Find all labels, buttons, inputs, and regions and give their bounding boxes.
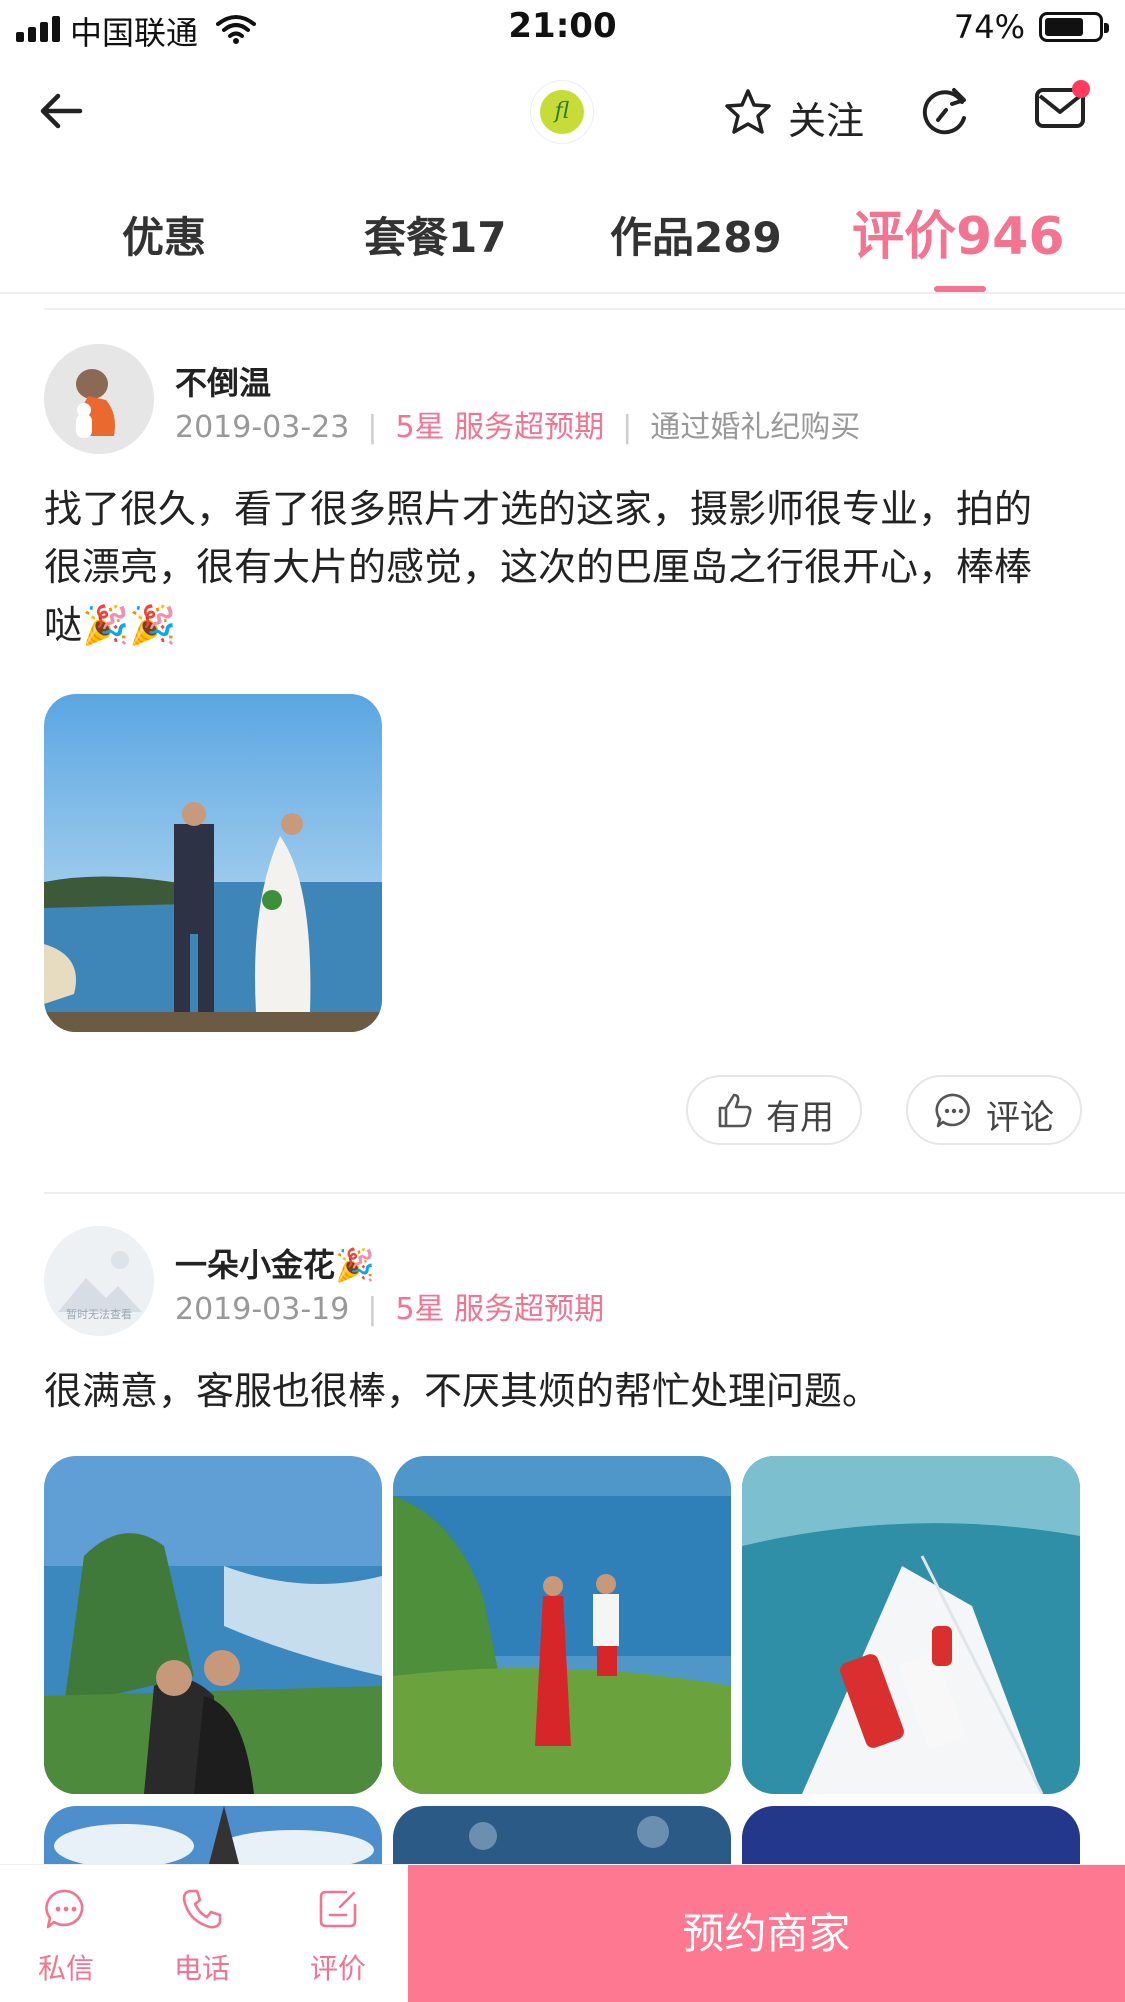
refresh-icon[interactable] <box>920 84 972 138</box>
useful-button[interactable]: 有用 <box>686 1075 862 1145</box>
review-photo[interactable] <box>393 1456 731 1794</box>
review-tab-label: 评价 <box>309 1952 366 1985</box>
tab-works[interactable]: 作品289 <box>610 204 782 265</box>
notification-dot <box>1072 80 1090 98</box>
tab-reviews[interactable]: 评价946 <box>852 194 1065 269</box>
wedding-photo-cliff <box>44 694 382 1032</box>
review-date: 2019-03-23 <box>175 410 350 445</box>
phone-tab-label: 电话 <box>173 1952 230 1985</box>
comment-label: 评论 <box>986 1098 1054 1138</box>
review-username[interactable]: 不倒温 <box>175 358 271 404</box>
photo-coast-couple <box>44 1456 382 1794</box>
message-button[interactable] <box>1034 80 1090 134</box>
message-tab[interactable]: 私信 <box>6 1865 126 2002</box>
divider <box>44 308 1125 310</box>
review-photo[interactable] <box>44 694 382 1032</box>
status-bar: 中国联通 21:00 74% <box>0 0 1125 56</box>
review-photo[interactable] <box>44 1806 382 1864</box>
thumbs-up-icon <box>718 1093 752 1128</box>
avatar-placeholder[interactable]: 暂时无法查看 <box>44 1226 154 1336</box>
review-tab[interactable]: 评价 <box>278 1865 398 2002</box>
review-date: 2019-03-19 <box>175 1292 350 1327</box>
tab-discount[interactable]: 优惠 <box>122 204 206 265</box>
message-tab-label: 私信 <box>37 1952 94 1985</box>
phone-icon <box>182 1889 222 1929</box>
review-rating: 5星 服务超预期 <box>395 410 605 445</box>
bottom-action-bar: 私信 电话 评价 预约商家 <box>0 1864 1125 2002</box>
review-text: 很满意，客服也很棒，不厌其烦的帮忙处理问题。 <box>44 1369 881 1413</box>
divider <box>44 1192 1125 1194</box>
review-meta: 2019-03-23 | 5星 服务超预期 | 通过婚礼纪购买 <box>175 410 861 445</box>
book-merchant-button[interactable]: 预约商家 <box>408 1865 1125 2002</box>
nav-bar: fl 关注 <box>0 56 1125 172</box>
review-username[interactable]: 一朵小金花🎉 <box>175 1240 375 1286</box>
phone-tab[interactable]: 电话 <box>142 1865 262 2002</box>
comment-button[interactable]: 评论 <box>906 1075 1082 1145</box>
review-photo[interactable] <box>393 1806 731 1864</box>
review-source: 通过婚礼纪购买 <box>650 410 861 445</box>
star-icon <box>725 89 771 134</box>
girl-illustration-icon <box>44 344 154 454</box>
battery-percent: 74% <box>953 8 1025 46</box>
battery-icon <box>1039 12 1109 42</box>
tab-packages[interactable]: 套餐17 <box>364 204 506 265</box>
photo-boat-couple <box>742 1456 1080 1794</box>
photo-temple-sky <box>44 1806 382 1864</box>
review-photo[interactable] <box>44 1456 382 1794</box>
tab-bar: 优惠 套餐17 作品289 评价946 <box>0 172 1125 294</box>
merchant-logo[interactable]: fl <box>530 80 594 144</box>
avatar[interactable] <box>44 344 154 454</box>
comment-bubble-icon <box>935 1093 970 1128</box>
review-photo[interactable] <box>742 1806 1080 1864</box>
photo-hillside-couple <box>393 1456 731 1794</box>
logo-text: fl <box>540 90 584 134</box>
photo-dark-sky <box>742 1806 1080 1864</box>
review-rating: 5星 服务超预期 <box>395 1292 605 1327</box>
review-photo[interactable] <box>742 1456 1080 1794</box>
back-arrow-icon[interactable] <box>36 86 86 136</box>
active-tab-indicator <box>934 286 986 292</box>
edit-review-icon <box>319 1890 357 1928</box>
review-text: 找了很久，看了很多照片才选的这家，摄影师很专业，拍的很漂亮，很有大片的感觉，这次… <box>44 487 1033 647</box>
photo-underwater <box>393 1806 731 1864</box>
useful-label: 有用 <box>766 1098 834 1138</box>
chat-bubble-icon <box>45 1889 84 1929</box>
avatar-placeholder-text: 暂时无法查看 <box>66 1308 132 1321</box>
review-meta: 2019-03-19 | 5星 服务超预期 <box>175 1292 605 1327</box>
follow-label: 关注 <box>788 99 865 143</box>
